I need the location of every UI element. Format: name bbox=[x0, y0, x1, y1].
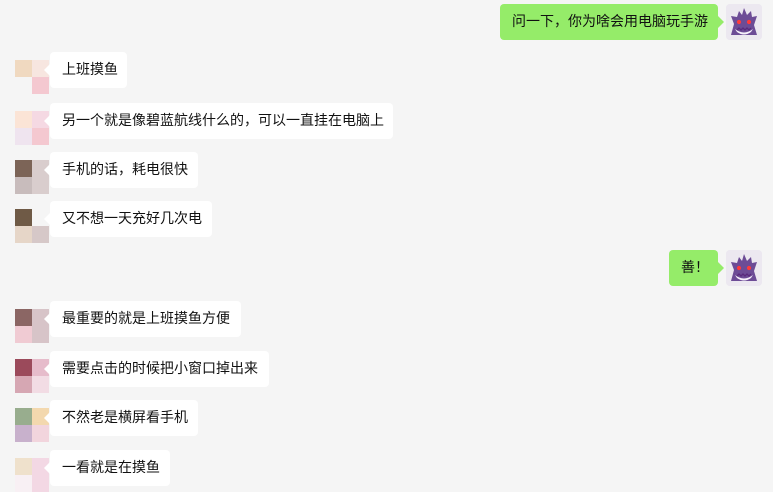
message-bubble[interactable]: 又不想一天充好几次电 bbox=[44, 201, 212, 237]
chat-message-left: 又不想一天充好几次电 bbox=[0, 201, 773, 243]
message-bubble[interactable]: 手机的话，耗电很快 bbox=[44, 152, 198, 188]
message-bubble[interactable]: 一看就是在摸鱼 bbox=[44, 450, 170, 486]
avatar-purple-ghost-icon[interactable] bbox=[726, 250, 762, 286]
message-bubble[interactable]: 善！ bbox=[669, 250, 724, 286]
message-bubble[interactable]: 需要点击的时候把小窗口掉出来 bbox=[44, 351, 269, 387]
chat-message-left: 手机的话，耗电很快 bbox=[0, 152, 773, 194]
chat-message-right: 善！ bbox=[0, 250, 773, 286]
chat-message-left: 需要点击的时候把小窗口掉出来 bbox=[0, 351, 773, 393]
chat-message-right: 问一下，你为啥会用电脑玩手游 bbox=[0, 4, 773, 40]
message-bubble[interactable]: 另一个就是像碧蓝航线什么的，可以一直挂在电脑上 bbox=[44, 103, 393, 139]
message-bubble[interactable]: 上班摸鱼 bbox=[44, 52, 127, 88]
avatar-purple-ghost-icon[interactable] bbox=[726, 4, 762, 40]
chat-message-left: 一看就是在摸鱼 bbox=[0, 450, 773, 492]
chat-message-left: 不然老是横屏看手机 bbox=[0, 400, 773, 442]
message-bubble[interactable]: 不然老是横屏看手机 bbox=[44, 400, 198, 436]
message-bubble[interactable]: 问一下，你为啥会用电脑玩手游 bbox=[500, 4, 724, 40]
chat-window: 问一下，你为啥会用电脑玩手游 上班摸鱼 另一个就是像碧蓝航线什么的，可以一直挂在… bbox=[0, 0, 773, 492]
message-bubble[interactable]: 最重要的就是上班摸鱼方便 bbox=[44, 301, 241, 337]
chat-message-left: 上班摸鱼 bbox=[0, 52, 773, 94]
chat-message-left: 另一个就是像碧蓝航线什么的，可以一直挂在电脑上 bbox=[0, 103, 773, 145]
chat-message-left: 最重要的就是上班摸鱼方便 bbox=[0, 301, 773, 343]
